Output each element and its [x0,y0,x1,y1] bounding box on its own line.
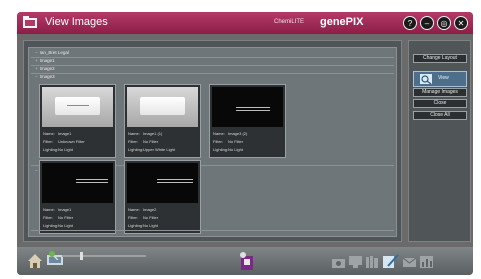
gel-block [55,97,100,115]
tree-item-image3[interactable]: − Image3 [35,74,55,80]
gel-band [76,179,108,180]
thumbnail-filter: No Filter [58,215,74,220]
thumbnail-name: Image1 [58,131,72,136]
change-layout-button[interactable]: Change Layout [413,54,467,63]
tree-item-label: Image1 [39,58,55,63]
divider [31,73,394,74]
tree-item-label: Ian_Bret Legal [39,50,69,55]
thumbnail-image [212,87,283,127]
divider [31,230,394,231]
home-icon[interactable] [27,253,43,269]
page-title: View Images [45,16,108,28]
analysis-icon[interactable] [420,256,433,268]
camera-icon[interactable] [332,256,345,268]
tree-item-experiment[interactable]: − Ian_Bret Legal [35,50,69,56]
thumbnail-name: Image1 (1) [143,131,163,136]
gel-band [236,110,270,111]
help-icon[interactable]: ? [403,16,417,30]
side-panel: Change Layout View Manage Images Close C… [408,40,471,242]
zoom-icon [49,251,58,260]
display-icon[interactable] [349,256,362,268]
divider [31,65,394,66]
view-button[interactable]: View [413,71,467,87]
folder-icon [23,16,37,28]
genepix-device-icon[interactable] [237,251,257,271]
library-icon[interactable] [366,256,379,268]
title-bar: View Images ChemiLITE genePIX ? – ◎ ✕ [17,12,473,34]
thumbnail-lighting: No Light [58,223,73,228]
gel-band [236,107,270,108]
image-thumbnail[interactable]: Name: Image2 Filter: No Filter Lighting:No… [124,160,201,234]
gel-block [140,97,185,115]
collapse-icon: − [35,168,38,173]
manage-images-button[interactable]: Manage Images [413,88,467,97]
thumbnail-name: Image2 [143,207,157,212]
thumbnail-image [42,163,113,203]
image-thumbnail[interactable]: Name: Image1 (1) Filter: No Filter Lightin… [124,84,201,158]
close-button[interactable]: Close [413,99,467,108]
close-all-button[interactable]: Close All [413,111,467,120]
thumbnail-filter: No Filter [143,215,159,220]
thumbnail-image [127,87,198,127]
thumbnail-name: Image3 (2) [228,131,248,136]
thumbnail-lighting: No Light [143,223,158,228]
brand-genepix: genePIX [320,16,364,28]
image-thumbnail[interactable]: Name: Image3 (2) Filter: No Filter Lightin… [209,84,286,158]
collapse-icon: − [35,50,38,55]
view-images-icon[interactable] [383,254,399,268]
mail-icon[interactable] [403,256,416,268]
restore-icon[interactable]: ◎ [437,16,451,30]
thumbnail-lighting: No Light [228,147,243,152]
zoom-slider-handle[interactable] [80,252,83,260]
image-thumbnail[interactable]: Name: Image1 Filter: Unknown Filter Lighti… [39,84,116,158]
thumbnail-name: Image1 [58,207,72,212]
gel-band [67,105,89,106]
image-thumbnail[interactable]: Name: Image1 Filter: No Filter Lighting:No… [39,160,116,234]
tree-item-image1[interactable]: + Image1 [35,58,55,64]
thumbnail-filter: No Filter [228,139,244,144]
thumbnail-lighting: Upper White Light [143,147,176,152]
divider [31,57,394,58]
app-window: View Images ChemiLITE genePIX ? – ◎ ✕ − I… [17,12,473,275]
thumbnail-filter: Unknown Filter [58,139,85,144]
thumbnail-image [42,87,113,127]
zoom-slider-track[interactable] [62,255,146,257]
expand-icon: + [35,58,38,63]
close-icon[interactable]: ✕ [454,16,468,30]
bottom-toolbar [17,247,473,275]
collapse-icon: − [35,74,38,79]
thumbnail-filter: No Filter [143,139,159,144]
minimize-icon[interactable]: – [420,16,434,30]
image-tree: − Ian_Bret Legal + Image1 + Image2 − Image3 … [28,47,397,237]
main-panel: − Ian_Bret Legal + Image1 + Image2 − Image3 … [23,40,402,242]
thumbnail-lighting: No Light [58,147,73,152]
thumbnail-image [127,163,198,203]
tree-item-label: Image2 [39,66,55,71]
gel-band [157,182,193,183]
tree-item-image2[interactable]: + Image2 [35,66,55,72]
expand-icon: + [35,66,38,71]
tree-item-label: Image3 [39,74,55,79]
gel-band [76,182,108,183]
view-button-label: View [438,75,449,81]
gel-band [157,179,193,180]
view-icon [420,74,432,84]
brand-chemilite: ChemiLITE [274,19,305,25]
